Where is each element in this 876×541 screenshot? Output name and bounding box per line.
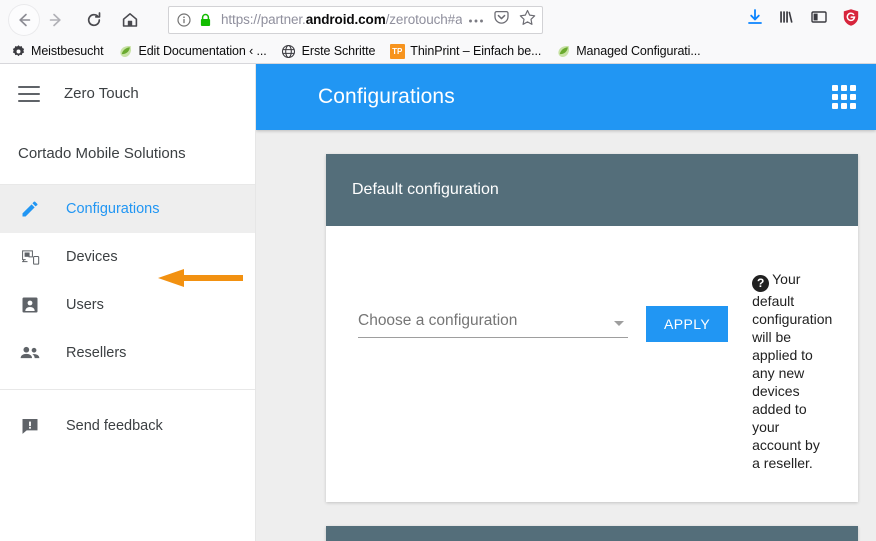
person-icon (18, 293, 42, 317)
page-info-icon[interactable] (176, 12, 192, 28)
url-prefix: https://partner. (221, 12, 306, 27)
apply-button[interactable]: APPLY (646, 306, 729, 342)
pocket-icon[interactable] (493, 9, 510, 31)
tp-badge-text: TP (389, 43, 405, 59)
bookmark-label: Meistbesucht (31, 44, 104, 58)
hamburger-menu-icon[interactable] (18, 85, 40, 102)
bookmark-item-thinprint[interactable]: TP ThinPrint – Einfach be... (385, 41, 547, 61)
bookmark-item-managed-configurations[interactable]: Managed Configurati... (551, 41, 706, 61)
url-path: /zerotouch#a=15182 (385, 12, 462, 27)
devices-icon (18, 245, 42, 269)
chevron-down-icon[interactable] (614, 321, 624, 326)
sidebar-item-label: Send feedback (66, 418, 163, 434)
shield-extension-icon[interactable] (842, 8, 860, 32)
app-title: Zero Touch (64, 85, 139, 102)
default-configuration-hint: ? Your default configuration will be appl… (752, 270, 832, 472)
bookmark-label: ThinPrint – Einfach be... (410, 44, 542, 58)
card-title: Default configuration (352, 181, 499, 198)
sidebar-item-label: Users (66, 297, 104, 313)
url-host: android.com (305, 12, 386, 27)
sidebar-item-configurations[interactable]: Configurations (0, 185, 255, 233)
sidebar-item-send-feedback[interactable]: Send feedback (0, 402, 255, 450)
browser-navigation-toolbar: https://partner.android.com/zerotouch#a=… (0, 0, 876, 39)
default-configuration-card: Default configuration Choose a configura… (326, 154, 858, 502)
bookmark-label: Managed Configurati... (576, 44, 701, 58)
globe-icon (281, 43, 297, 59)
organization-name: Cortado Mobile Solutions (18, 145, 186, 162)
card-header: Default configuration (326, 154, 858, 226)
browser-toolbar-right (746, 8, 868, 32)
pencil-icon (18, 197, 42, 221)
sidebar-item-devices[interactable]: Devices (0, 233, 255, 281)
leaf-icon (117, 43, 133, 59)
configurations-card-header (326, 526, 858, 541)
page-actions-icon[interactable] (468, 11, 484, 29)
sidebar-item-users[interactable]: Users (0, 281, 255, 329)
downloads-icon[interactable] (746, 8, 764, 31)
configuration-select[interactable]: Choose a configuration (358, 312, 628, 338)
card-body: Choose a configuration APPLY ? Your defau… (326, 226, 858, 502)
browser-chrome: https://partner.android.com/zerotouch#a=… (0, 0, 876, 64)
tp-badge-icon: TP (389, 43, 405, 59)
home-button[interactable] (114, 4, 146, 36)
sidebars-icon[interactable] (810, 8, 828, 31)
back-button[interactable] (8, 3, 40, 36)
lock-icon[interactable] (197, 12, 213, 28)
configurations-list-card (326, 526, 858, 541)
sidebar-divider-bottom (0, 389, 255, 390)
leaf-icon (555, 43, 571, 59)
bookmark-star-icon[interactable] (519, 9, 536, 31)
reload-button[interactable] (78, 4, 110, 36)
sidebar-item-label: Configurations (66, 201, 160, 217)
sidebar-item-label: Resellers (66, 345, 127, 361)
page-content: Zero Touch Cortado Mobile Solutions Conf… (0, 64, 876, 541)
bookmark-item-erste-schritte[interactable]: Erste Schritte (277, 41, 382, 61)
sidebar-item-label: Devices (66, 249, 118, 265)
bookmark-label: Erste Schritte (301, 44, 376, 58)
url-bar[interactable]: https://partner.android.com/zerotouch#a=… (168, 5, 543, 34)
apps-grid-icon[interactable] (832, 85, 856, 109)
forward-button[interactable] (40, 4, 72, 36)
bookmark-item-meistbesucht[interactable]: Meistbesucht (6, 41, 109, 61)
app-bar: Configurations (256, 64, 876, 130)
library-icon[interactable] (778, 8, 796, 31)
feedback-icon (18, 414, 42, 438)
main-scroll-area: Default configuration Choose a configura… (256, 130, 876, 541)
bookmark-label: Edit Documentation ‹ ... (138, 44, 267, 58)
sidebar: Zero Touch Cortado Mobile Solutions Conf… (0, 64, 256, 541)
configuration-select-wrapper: Choose a configuration (358, 270, 628, 338)
sidebar-item-resellers[interactable]: Resellers (0, 329, 255, 377)
people-icon (18, 341, 42, 365)
bookmarks-toolbar: Meistbesucht Edit Documentation ‹ ... Er… (0, 39, 876, 63)
help-icon[interactable]: ? (752, 275, 770, 292)
page-title: Configurations (318, 85, 455, 108)
star-gear-icon (10, 43, 26, 59)
main-content: Configurations Default configuration Cho… (256, 64, 876, 541)
bookmark-item-edit-documentation[interactable]: Edit Documentation ‹ ... (113, 41, 272, 61)
url-text[interactable]: https://partner.android.com/zerotouch#a=… (221, 12, 462, 27)
hint-text: Your default configuration will be appli… (752, 271, 833, 471)
configuration-select-placeholder: Choose a configuration (358, 312, 518, 329)
sidebar-header: Zero Touch (0, 64, 255, 123)
